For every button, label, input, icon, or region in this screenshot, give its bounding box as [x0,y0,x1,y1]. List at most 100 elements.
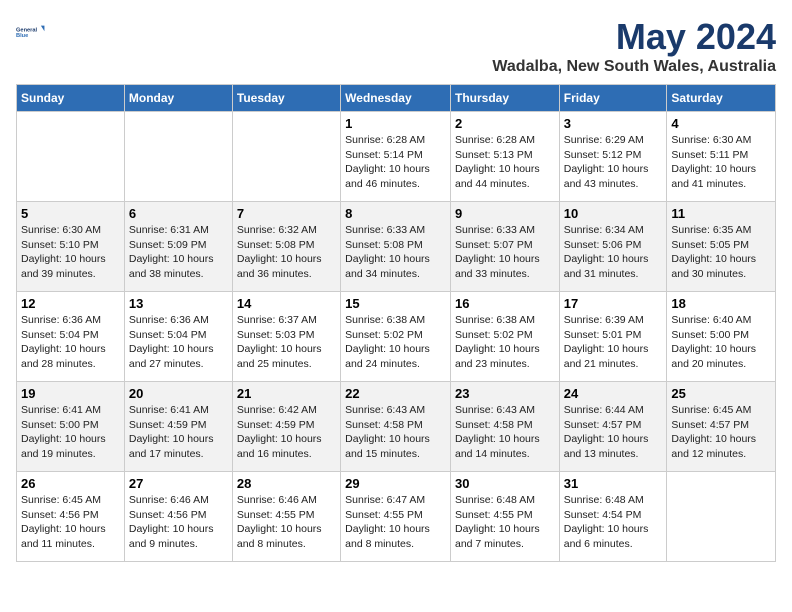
day-number: 19 [21,386,120,401]
calendar-cell: 13 Sunrise: 6:36 AM Sunset: 5:04 PM Dayli… [124,292,232,382]
header-thursday: Thursday [450,85,559,112]
day-number: 22 [345,386,446,401]
calendar-cell: 25 Sunrise: 6:45 AM Sunset: 4:57 PM Dayli… [667,382,776,472]
calendar-cell: 29 Sunrise: 6:47 AM Sunset: 4:55 PM Dayli… [341,472,451,562]
day-info: Sunrise: 6:41 AM Sunset: 5:00 PM Dayligh… [21,403,120,462]
header-sunday: Sunday [17,85,125,112]
calendar-week-row: 5 Sunrise: 6:30 AM Sunset: 5:10 PM Daylig… [17,202,776,292]
calendar-cell: 28 Sunrise: 6:46 AM Sunset: 4:55 PM Dayli… [232,472,340,562]
day-info: Sunrise: 6:40 AM Sunset: 5:00 PM Dayligh… [671,313,771,372]
day-number: 30 [455,476,555,491]
calendar-week-row: 12Sunrise: 6:36 AM Sunset: 5:04 PM Dayli… [17,292,776,382]
calendar-cell: 19 Sunrise: 6:41 AM Sunset: 5:00 PM Dayli… [17,382,125,472]
header-tuesday: Tuesday [232,85,340,112]
location: Wadalba, New South Wales, Australia [492,58,776,76]
day-number: 5 [21,206,120,221]
day-number: 29 [345,476,446,491]
calendar-cell: 5 Sunrise: 6:30 AM Sunset: 5:10 PM Daylig… [17,202,125,292]
day-info: Sunrise: 6:48 AM Sunset: 4:55 PM Dayligh… [455,493,555,552]
calendar-cell: 2Sunrise: 6:28 AM Sunset: 5:13 PM Daylig… [450,112,559,202]
day-info: Sunrise: 6:39 AM Sunset: 5:01 PM Dayligh… [564,313,663,372]
day-info: Sunrise: 6:28 AM Sunset: 5:14 PM Dayligh… [345,133,446,192]
day-number: 20 [129,386,228,401]
day-number: 10 [564,206,663,221]
day-info: Sunrise: 6:45 AM Sunset: 4:57 PM Dayligh… [671,403,771,462]
calendar-cell: 3Sunrise: 6:29 AM Sunset: 5:12 PM Daylig… [559,112,667,202]
calendar-cell: 11 Sunrise: 6:35 AM Sunset: 5:05 PM Dayli… [667,202,776,292]
day-info: Sunrise: 6:33 AM Sunset: 5:08 PM Dayligh… [345,223,446,282]
calendar-cell: 10 Sunrise: 6:34 AM Sunset: 5:06 PM Dayli… [559,202,667,292]
day-number: 7 [237,206,336,221]
day-number: 9 [455,206,555,221]
logo: GeneralBlue [16,16,48,48]
calendar-cell [17,112,125,202]
calendar-table: Sunday Monday Tuesday Wednesday Thursday… [16,84,776,562]
month-title: May 2024 [492,16,776,58]
day-info: Sunrise: 6:45 AM Sunset: 4:56 PM Dayligh… [21,493,120,552]
day-info: Sunrise: 6:46 AM Sunset: 4:56 PM Dayligh… [129,493,228,552]
calendar-week-row: 19 Sunrise: 6:41 AM Sunset: 5:00 PM Dayli… [17,382,776,472]
day-number: 24 [564,386,663,401]
day-number: 17 [564,296,663,311]
calendar-cell: 4 Sunrise: 6:30 AM Sunset: 5:11 PM Daylig… [667,112,776,202]
weekday-header-row: Sunday Monday Tuesday Wednesday Thursday… [17,85,776,112]
day-info: Sunrise: 6:37 AM Sunset: 5:03 PM Dayligh… [237,313,336,372]
day-info: Sunrise: 6:35 AM Sunset: 5:05 PM Dayligh… [671,223,771,282]
calendar-cell: 14Sunrise: 6:37 AM Sunset: 5:03 PM Dayli… [232,292,340,382]
day-number: 18 [671,296,771,311]
day-number: 31 [564,476,663,491]
calendar-cell: 6Sunrise: 6:31 AM Sunset: 5:09 PM Daylig… [124,202,232,292]
calendar-cell [232,112,340,202]
title-block: May 2024 Wadalba, New South Wales, Austr… [492,16,776,76]
day-number: 23 [455,386,555,401]
day-info: Sunrise: 6:41 AM Sunset: 4:59 PM Dayligh… [129,403,228,462]
logo-icon: GeneralBlue [16,16,48,48]
day-info: Sunrise: 6:36 AM Sunset: 5:04 PM Dayligh… [129,313,228,372]
calendar-cell: 15Sunrise: 6:38 AM Sunset: 5:02 PM Dayli… [341,292,451,382]
calendar-cell: 30 Sunrise: 6:48 AM Sunset: 4:55 PM Dayli… [450,472,559,562]
day-number: 11 [671,206,771,221]
day-info: Sunrise: 6:38 AM Sunset: 5:02 PM Dayligh… [455,313,555,372]
calendar-cell: 22 Sunrise: 6:43 AM Sunset: 4:58 PM Dayli… [341,382,451,472]
calendar-cell: 7Sunrise: 6:32 AM Sunset: 5:08 PM Daylig… [232,202,340,292]
day-info: Sunrise: 6:33 AM Sunset: 5:07 PM Dayligh… [455,223,555,282]
day-number: 3 [564,116,663,131]
calendar-cell: 23 Sunrise: 6:43 AM Sunset: 4:58 PM Dayli… [450,382,559,472]
day-number: 4 [671,116,771,131]
calendar-cell: 20 Sunrise: 6:41 AM Sunset: 4:59 PM Dayli… [124,382,232,472]
calendar-cell: 27 Sunrise: 6:46 AM Sunset: 4:56 PM Dayli… [124,472,232,562]
day-info: Sunrise: 6:31 AM Sunset: 5:09 PM Dayligh… [129,223,228,282]
day-info: Sunrise: 6:38 AM Sunset: 5:02 PM Dayligh… [345,313,446,372]
calendar-cell: 26 Sunrise: 6:45 AM Sunset: 4:56 PM Dayli… [17,472,125,562]
calendar-cell: 9 Sunrise: 6:33 AM Sunset: 5:07 PM Daylig… [450,202,559,292]
calendar-cell: 8Sunrise: 6:33 AM Sunset: 5:08 PM Daylig… [341,202,451,292]
day-info: Sunrise: 6:46 AM Sunset: 4:55 PM Dayligh… [237,493,336,552]
header-monday: Monday [124,85,232,112]
svg-text:Blue: Blue [16,33,28,39]
day-number: 27 [129,476,228,491]
day-number: 25 [671,386,771,401]
calendar-cell: 12Sunrise: 6:36 AM Sunset: 5:04 PM Dayli… [17,292,125,382]
calendar-cell: 17 Sunrise: 6:39 AM Sunset: 5:01 PM Dayli… [559,292,667,382]
day-info: Sunrise: 6:30 AM Sunset: 5:11 PM Dayligh… [671,133,771,192]
calendar-week-row: 1 Sunrise: 6:28 AM Sunset: 5:14 PM Daylig… [17,112,776,202]
header-wednesday: Wednesday [341,85,451,112]
day-number: 13 [129,296,228,311]
calendar-header: Sunday Monday Tuesday Wednesday Thursday… [17,85,776,112]
day-info: Sunrise: 6:28 AM Sunset: 5:13 PM Dayligh… [455,133,555,192]
day-number: 26 [21,476,120,491]
calendar-cell: 1 Sunrise: 6:28 AM Sunset: 5:14 PM Daylig… [341,112,451,202]
day-info: Sunrise: 6:34 AM Sunset: 5:06 PM Dayligh… [564,223,663,282]
header-saturday: Saturday [667,85,776,112]
day-info: Sunrise: 6:30 AM Sunset: 5:10 PM Dayligh… [21,223,120,282]
day-number: 21 [237,386,336,401]
day-number: 1 [345,116,446,131]
day-info: Sunrise: 6:43 AM Sunset: 4:58 PM Dayligh… [455,403,555,462]
calendar-cell [667,472,776,562]
day-info: Sunrise: 6:47 AM Sunset: 4:55 PM Dayligh… [345,493,446,552]
calendar-cell: 21Sunrise: 6:42 AM Sunset: 4:59 PM Dayli… [232,382,340,472]
day-number: 28 [237,476,336,491]
day-info: Sunrise: 6:43 AM Sunset: 4:58 PM Dayligh… [345,403,446,462]
day-number: 16 [455,296,555,311]
day-info: Sunrise: 6:48 AM Sunset: 4:54 PM Dayligh… [564,493,663,552]
